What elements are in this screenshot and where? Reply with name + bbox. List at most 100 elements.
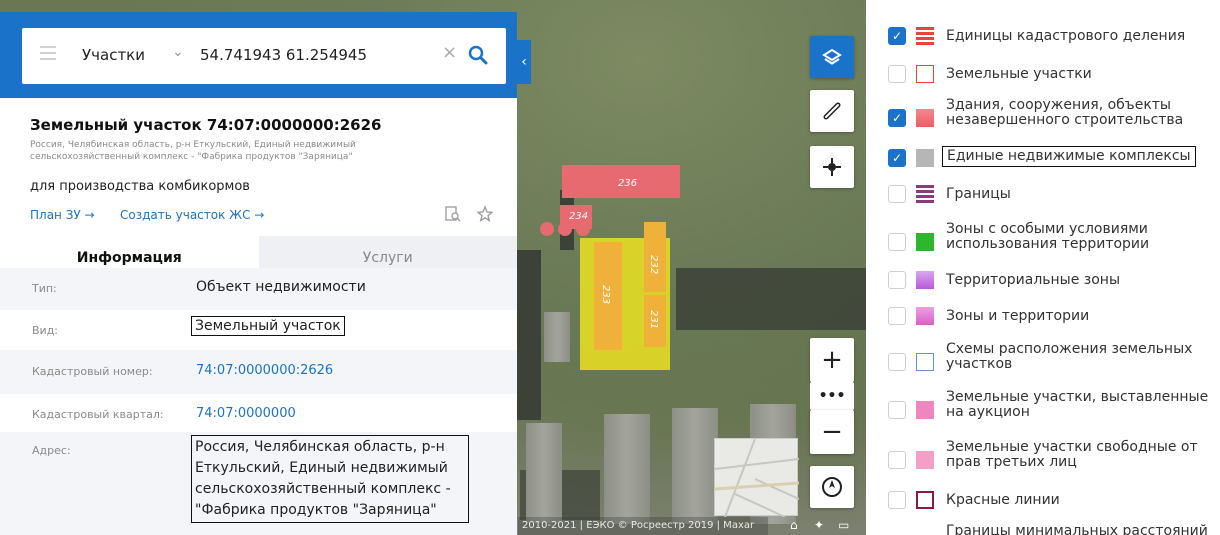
create-plot-link[interactable]: Создать участок ЖС →	[120, 208, 264, 222]
info-label: Тип:	[32, 282, 57, 295]
swatch-fill-icon	[916, 271, 934, 289]
map-tank	[558, 222, 572, 236]
report-search-icon[interactable]	[444, 205, 462, 223]
swatch-fill-icon	[916, 233, 934, 251]
collapse-panel-button[interactable]: ‹	[517, 40, 531, 84]
crosshair-icon	[823, 158, 841, 176]
minus-icon: −	[821, 417, 843, 447]
map-label-234: 234	[569, 211, 589, 222]
chevron-left-icon: ‹	[521, 54, 527, 70]
search-input[interactable]: 54.741943 61.254945	[200, 46, 367, 64]
checkbox[interactable]	[888, 185, 906, 203]
swatch-fill-icon	[916, 401, 934, 419]
map-building	[526, 423, 562, 523]
info-row-type: Тип: Объект недвижимости	[0, 268, 517, 310]
object-purpose: для производства комбикормов	[30, 179, 250, 194]
info-label: Вид:	[32, 324, 59, 337]
swatch-striped-icon	[916, 185, 934, 203]
home-icon[interactable]: ⌂	[790, 518, 798, 532]
map-label-232: 232	[648, 255, 659, 275]
zoom-in-button[interactable]: +	[810, 338, 854, 382]
checkbox[interactable]	[888, 491, 906, 509]
layers-button[interactable]	[810, 36, 854, 78]
chevron-down-icon[interactable]: ⌄	[172, 44, 184, 60]
plan-link[interactable]: План ЗУ →	[30, 208, 95, 222]
checkbox[interactable]	[888, 271, 906, 289]
layer-label: Здания, сооружения, объекты незавершенно…	[946, 97, 1184, 128]
layers-panel: ✓ Единицы кадастрового деления Земельные…	[866, 12, 1220, 535]
info-label: Адрес:	[32, 444, 71, 457]
object-address: Россия, Челябинская область, р-н Еткульс…	[30, 140, 356, 162]
map-tank	[576, 222, 590, 236]
swatch-fill-icon	[916, 149, 934, 167]
plus-icon: +	[821, 345, 843, 375]
menu-icon[interactable]	[40, 46, 56, 60]
search-bar: Участки ⌄ 54.741943 61.254945 ×	[0, 12, 517, 98]
checkbox[interactable]	[888, 353, 906, 371]
layer-label: Зоны и территории	[946, 308, 1090, 324]
map-building	[517, 250, 541, 420]
swatch-outline-icon	[916, 353, 934, 371]
info-label: Кадастровый номер:	[32, 365, 153, 378]
ellipsis-icon: •••	[818, 388, 846, 404]
search-box[interactable]: Участки ⌄ 54.741943 61.254945 ×	[22, 28, 506, 84]
locate-small-icon[interactable]: ✦	[814, 518, 824, 532]
minimap-roads-icon	[714, 438, 800, 518]
layers-icon	[822, 48, 842, 65]
map-tank	[540, 222, 554, 236]
swatch-fill-icon	[916, 307, 934, 325]
zoom-out-button[interactable]: −	[810, 410, 854, 454]
info-row-address: Адрес: Россия, Челябинская область, р-н …	[0, 432, 517, 535]
layer-label: Единые недвижимые комплексы	[942, 146, 1196, 167]
map-label-236: 236	[618, 178, 638, 189]
map-label-231: 231	[648, 310, 659, 330]
screen-icon[interactable]: ▭	[838, 518, 849, 532]
info-row-cadastral-quarter: Кадастровый квартал: 74:07:0000000	[0, 394, 517, 436]
swatch-striped-icon	[916, 27, 934, 45]
object-title: Земельный участок 74:07:0000000:2626	[30, 116, 382, 134]
checkbox[interactable]	[888, 451, 906, 469]
layer-label: Границы	[946, 186, 1011, 202]
ruler-button[interactable]	[810, 90, 854, 132]
ruler-icon	[823, 102, 841, 120]
map-building	[672, 408, 718, 524]
layer-label: Земельные участки	[946, 66, 1092, 82]
checkbox-checked[interactable]: ✓	[888, 149, 906, 167]
checkbox-checked[interactable]: ✓	[888, 109, 906, 127]
map-building	[544, 312, 570, 362]
compass-icon	[822, 477, 842, 497]
swatch-fill-icon	[916, 451, 934, 469]
map-building	[604, 414, 650, 524]
more-button[interactable]: •••	[810, 382, 854, 410]
info-value: Россия, Челябинская область, р-н Еткульс…	[191, 435, 469, 523]
info-label: Кадастровый квартал:	[32, 408, 164, 421]
cadastral-quarter-link[interactable]: 74:07:0000000	[196, 406, 296, 421]
category-select[interactable]: Участки	[82, 46, 145, 64]
checkbox[interactable]	[888, 307, 906, 325]
info-panel: Участки ⌄ 54.741943 61.254945 × ‹ Земель…	[0, 12, 531, 535]
star-icon[interactable]	[476, 205, 494, 223]
layer-label: Красные линии	[946, 492, 1060, 508]
info-value: Объект недвижимости	[196, 279, 366, 295]
checkbox-checked[interactable]: ✓	[888, 27, 906, 45]
checkbox[interactable]	[888, 401, 906, 419]
map-label-233: 233	[600, 285, 611, 305]
map-building	[676, 268, 866, 330]
swatch-outline-icon	[916, 65, 934, 83]
map-attribution: 2010-2021 | ЕЭКО © Росреестр 2019 | Maxa…	[518, 517, 768, 535]
layer-label: Единицы кадастрового деления	[946, 28, 1186, 44]
layer-label: Схемы расположения земельных участков	[946, 341, 1193, 372]
swatch-fill-icon	[916, 109, 934, 127]
locate-button[interactable]	[810, 146, 854, 188]
layer-label: Земельные участки, выставленные на аукци…	[946, 389, 1209, 420]
layer-label: Земельные участки свободные от прав трет…	[946, 439, 1198, 470]
layer-label: Границы минимальных расстояний	[946, 523, 1208, 535]
cadastral-number-link[interactable]: 74:07:0000000:2626	[196, 363, 333, 378]
checkbox[interactable]	[888, 233, 906, 251]
compass-button[interactable]	[810, 466, 854, 508]
swatch-outline-icon	[916, 491, 934, 509]
search-icon[interactable]	[468, 45, 488, 65]
checkbox[interactable]	[888, 65, 906, 83]
clear-icon[interactable]: ×	[442, 42, 457, 63]
minimap[interactable]	[714, 438, 800, 518]
